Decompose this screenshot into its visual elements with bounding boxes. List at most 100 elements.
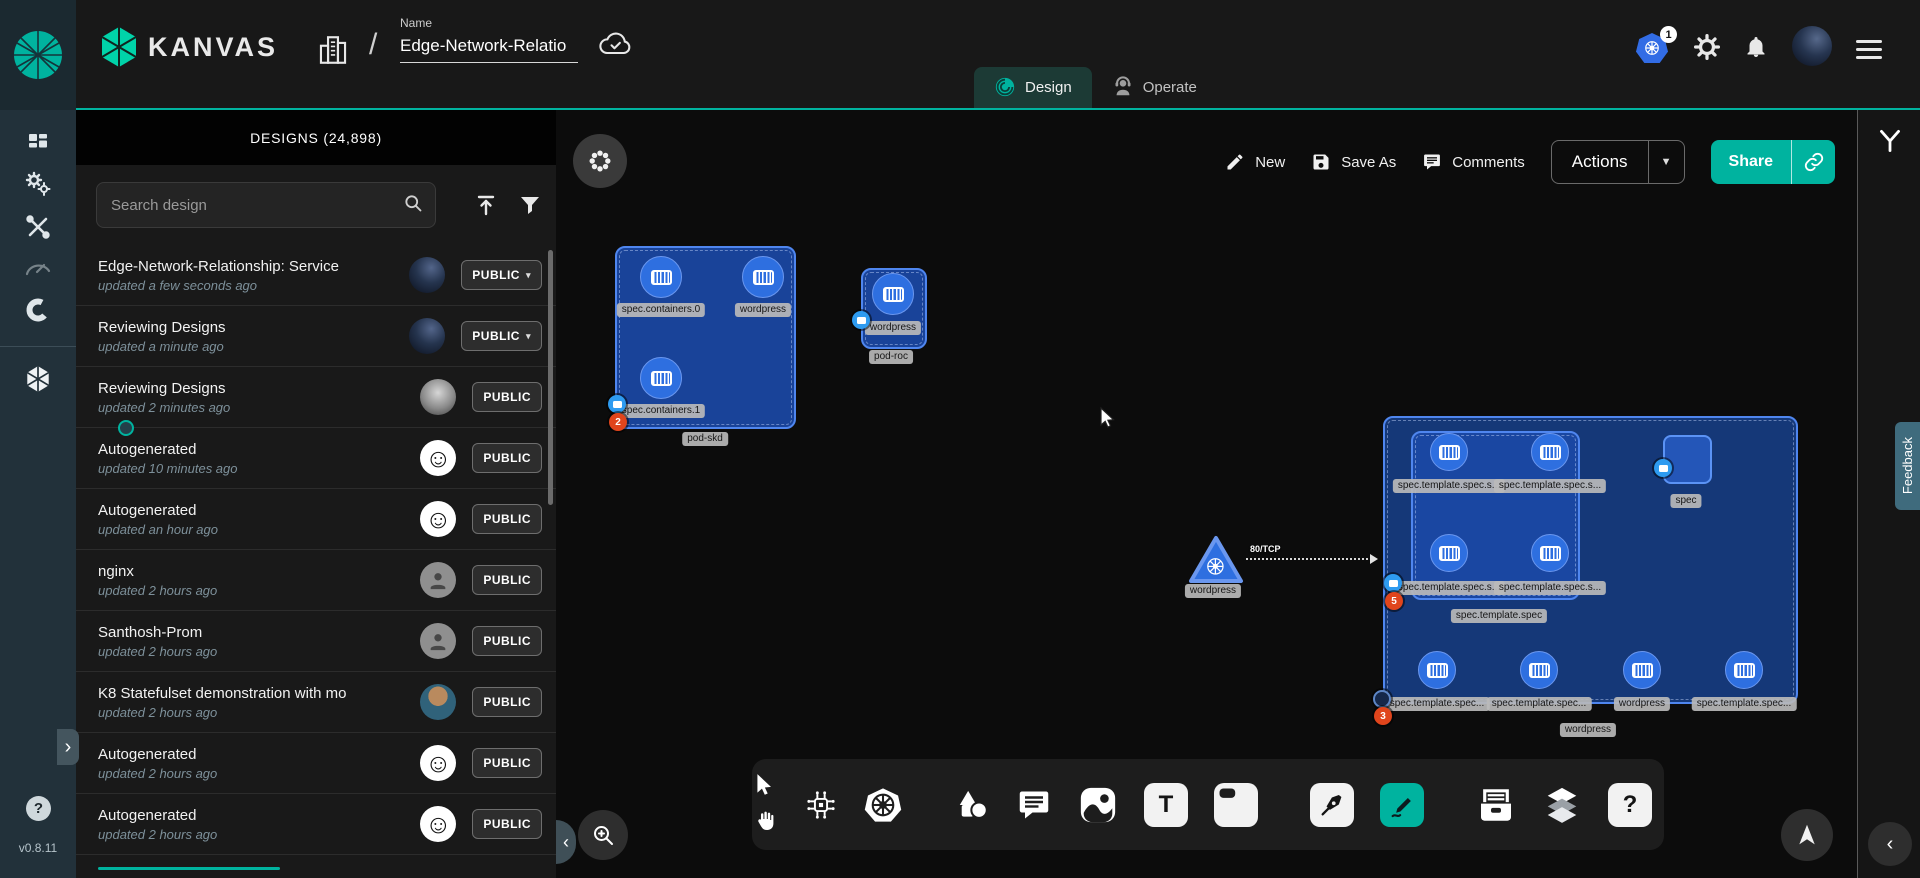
shapes-tool[interactable] xyxy=(954,787,990,823)
design-list-item[interactable]: Reviewing Designsupdated 2 minutes ago P… xyxy=(76,367,556,428)
visibility-chip[interactable]: PUBLIC xyxy=(472,504,542,534)
design-search-input[interactable] xyxy=(111,197,403,214)
node-container[interactable] xyxy=(1531,534,1569,572)
tab-design[interactable]: Design xyxy=(974,67,1092,108)
app-logo-mark[interactable] xyxy=(0,0,76,110)
save-as-button[interactable]: Save As xyxy=(1311,152,1396,172)
design-list-item[interactable]: Edge-Network-Relationship: Serviceupdate… xyxy=(76,245,556,306)
node-container[interactable] xyxy=(742,256,784,298)
share-button[interactable]: Share xyxy=(1711,140,1791,184)
container-icon xyxy=(1632,663,1653,678)
design-list-item[interactable]: K8 Statefulset demonstration with moupda… xyxy=(76,672,556,733)
design-list-item[interactable]: Autogeneratedupdated 2 hours ago ☺ PUBLI… xyxy=(76,794,556,855)
text-tool[interactable]: T xyxy=(1144,783,1188,827)
design-list-item[interactable]: nginxupdated 2 hours ago PUBLIC xyxy=(76,550,556,611)
design-canvas[interactable]: New Save As Comments Actions ▼ Share xyxy=(556,110,1857,878)
design-list-item[interactable]: Autogeneratedupdated 10 minutes ago ☺ PU… xyxy=(76,428,556,489)
node-container[interactable] xyxy=(1418,651,1456,689)
actions-button[interactable]: Actions xyxy=(1552,141,1648,183)
paper-plane-icon xyxy=(1795,823,1819,847)
feedback-tab[interactable]: Feedback xyxy=(1895,422,1920,510)
node-spec[interactable] xyxy=(1663,435,1712,484)
components-tool[interactable] xyxy=(804,788,838,822)
node-container[interactable] xyxy=(1520,651,1558,689)
kubernetes-context-switcher[interactable]: 1 xyxy=(1636,33,1670,65)
help-tool[interactable]: ? xyxy=(1608,783,1652,827)
filter-icon[interactable] xyxy=(518,193,542,222)
error-count-badge[interactable]: 2 xyxy=(609,413,627,431)
design-list-item[interactable]: Autogeneratedupdated an hour ago ☺ PUBLI… xyxy=(76,489,556,550)
design-list-item[interactable]: Santhosh-Promupdated 2 hours ago PUBLIC xyxy=(76,611,556,672)
kubernetes-tool[interactable] xyxy=(864,786,902,824)
menu-hamburger-icon[interactable] xyxy=(1856,40,1882,59)
help-button[interactable]: ? xyxy=(26,796,51,821)
deploy-button[interactable] xyxy=(1781,809,1833,861)
collapse-right-button[interactable]: ‹ xyxy=(1868,822,1912,866)
sidebar-item-configuration[interactable] xyxy=(24,213,52,241)
design-title: Reviewing Designs xyxy=(98,319,363,336)
canvas-dock-toggle-button[interactable] xyxy=(573,134,627,188)
notifications-bell-icon[interactable] xyxy=(1744,34,1768,65)
freehand-draw-tool[interactable] xyxy=(1380,783,1424,827)
sidebar-item-kanvas[interactable] xyxy=(24,365,52,393)
pod-status-badge[interactable] xyxy=(1384,574,1402,592)
drawer-tool[interactable] xyxy=(1476,785,1516,825)
upload-design-icon[interactable] xyxy=(474,193,498,222)
zoom-button[interactable] xyxy=(578,810,628,860)
panel-collapse-handle[interactable]: ‹ xyxy=(556,820,576,864)
comments-button[interactable]: Comments xyxy=(1422,152,1525,172)
pod-status-badge[interactable] xyxy=(1654,459,1672,477)
note-tool[interactable] xyxy=(1214,783,1258,827)
visibility-chip[interactable]: PUBLIC xyxy=(472,626,542,656)
node-container[interactable] xyxy=(1623,651,1661,689)
node-container[interactable] xyxy=(1725,651,1763,689)
container-icon xyxy=(1439,445,1460,460)
visibility-chip[interactable]: PUBLIC xyxy=(472,443,542,473)
version-merge-icon[interactable] xyxy=(1875,126,1905,161)
visibility-chip[interactable]: PUBLIC▾ xyxy=(461,260,542,290)
node-container[interactable] xyxy=(640,357,682,399)
kanvas-brand[interactable]: KANVAS xyxy=(100,26,278,68)
layers-tool[interactable] xyxy=(1542,785,1582,825)
visibility-chip[interactable]: PUBLIC xyxy=(472,748,542,778)
kubernetes-resource-badge[interactable] xyxy=(1373,690,1391,708)
node-container[interactable] xyxy=(640,256,682,298)
design-list-item[interactable]: Reviewing Designsupdated a minute ago PU… xyxy=(76,306,556,367)
error-count-badge[interactable]: 5 xyxy=(1385,592,1403,610)
design-list-item[interactable]: Autogeneratedupdated 2 hours ago ☺ PUBLI… xyxy=(76,733,556,794)
node-container[interactable] xyxy=(1430,433,1468,471)
search-icon[interactable] xyxy=(403,193,423,218)
image-tool[interactable] xyxy=(1078,785,1118,825)
sidebar-item-lifecycle[interactable] xyxy=(24,170,52,198)
pan-tool[interactable] xyxy=(753,809,777,838)
node-container[interactable] xyxy=(1430,534,1468,572)
sidebar-item-dashboard[interactable] xyxy=(24,128,52,156)
organization-icon[interactable] xyxy=(316,30,350,75)
visibility-chip[interactable]: PUBLIC xyxy=(472,565,542,595)
visibility-chip[interactable]: PUBLIC xyxy=(472,687,542,717)
sidebar-item-extensions[interactable] xyxy=(24,296,52,324)
comment-tool[interactable] xyxy=(1016,787,1052,823)
visibility-chip[interactable]: PUBLIC▾ xyxy=(461,321,542,351)
pod-status-badge[interactable] xyxy=(852,311,870,329)
design-name-input[interactable] xyxy=(400,34,578,63)
sidebar-item-performance[interactable] xyxy=(24,253,52,281)
visibility-chip[interactable]: PUBLIC xyxy=(472,382,542,412)
sidebar-expand-button[interactable]: › xyxy=(57,729,79,765)
copy-link-button[interactable] xyxy=(1791,140,1835,184)
node-container[interactable] xyxy=(872,273,914,315)
select-tool[interactable] xyxy=(752,772,778,803)
visibility-chip[interactable]: PUBLIC xyxy=(472,809,542,839)
tab-operate[interactable]: Operate xyxy=(1092,67,1217,108)
actions-dropdown-toggle[interactable]: ▼ xyxy=(1648,141,1684,183)
new-design-button[interactable]: New xyxy=(1225,152,1285,172)
design-search-box[interactable] xyxy=(96,182,436,228)
user-avatar[interactable] xyxy=(1792,26,1832,66)
pen-tool[interactable] xyxy=(1310,783,1354,827)
pod-status-badge[interactable] xyxy=(608,395,626,413)
error-count-badge[interactable]: 3 xyxy=(1374,707,1392,725)
list-scrollbar-thumb[interactable] xyxy=(548,250,553,505)
node-service-wordpress[interactable] xyxy=(1186,533,1246,587)
node-container[interactable] xyxy=(1531,433,1569,471)
settings-gear-icon[interactable] xyxy=(1694,34,1720,65)
